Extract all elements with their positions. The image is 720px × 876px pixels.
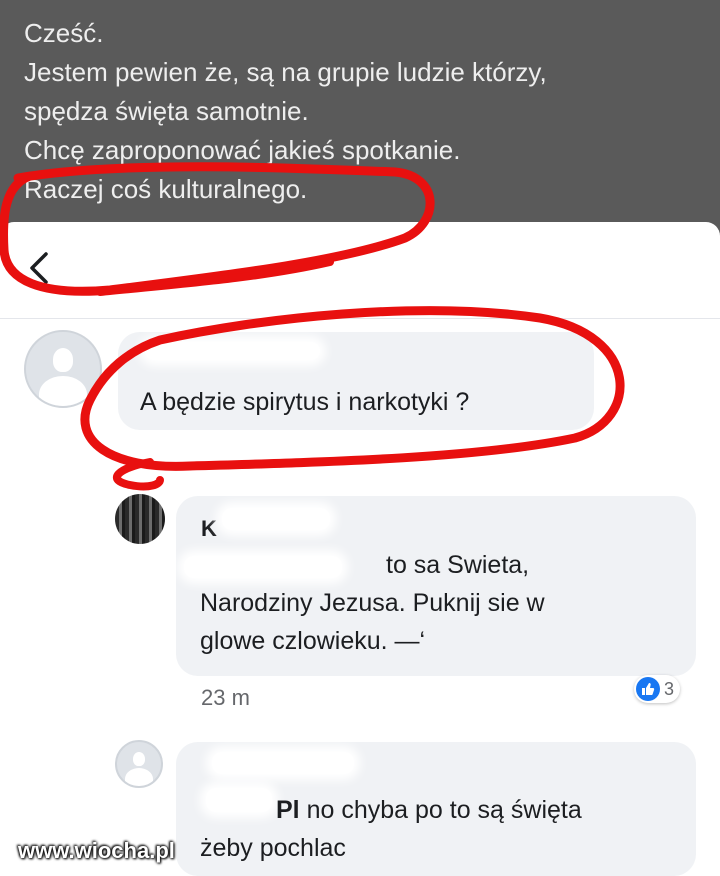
redacted-name — [212, 752, 354, 774]
reaction-badge[interactable]: 3 — [634, 675, 681, 703]
post-line: Chcę zaproponować jakieś spotkanie. — [24, 135, 461, 165]
avatar[interactable] — [24, 330, 102, 408]
comment-text: Pl no chyba po to są święta żeby pochlac — [200, 796, 582, 862]
comment-time: 23 m — [201, 685, 250, 710]
comment-text: A będzie spirytus i narkotyki ? — [140, 388, 470, 416]
reaction-count: 3 — [664, 678, 675, 699]
comment-text: to sa Swieta, Narodziny Jezusa. Puknij s… — [200, 551, 545, 655]
back-button[interactable] — [26, 248, 56, 288]
redacted-name — [222, 508, 330, 530]
post-line: Cześć. — [24, 18, 104, 48]
post-text: Cześć. Jestem pewien że, są na grupie lu… — [24, 14, 704, 209]
thumbs-up-icon — [636, 677, 660, 701]
watermark: www.wiocha.pl — [18, 838, 175, 863]
post-line: spędza święta samotnie. — [24, 96, 309, 126]
avatar[interactable] — [115, 740, 163, 788]
chevron-left-icon — [30, 252, 48, 284]
post-line: Jestem pewien że, są na grupie ludzie kt… — [24, 57, 547, 87]
comment-mention: Pl — [276, 796, 300, 824]
comment-author[interactable]: K — [201, 516, 217, 542]
redacted-name — [145, 342, 320, 360]
header-divider — [0, 318, 720, 319]
post-line: Raczej coś kulturalnego. — [24, 174, 308, 204]
avatar[interactable] — [115, 494, 165, 544]
